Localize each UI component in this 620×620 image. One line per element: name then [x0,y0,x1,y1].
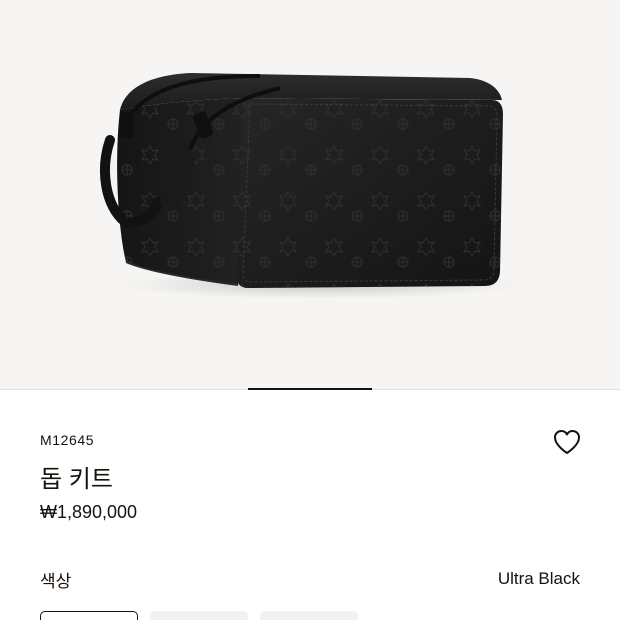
wishlist-button[interactable] [552,428,582,456]
heart-outline-icon [554,430,580,454]
product-image-gallery[interactable] [0,0,620,390]
color-label: 색상 [40,572,72,591]
dopp-kit-product-image [100,73,520,299]
product-sku: M12645 [40,432,95,448]
product-price: ₩1,890,000 [40,502,138,522]
product-title: 돕 키트 [40,466,113,493]
color-swatch[interactable] [150,611,248,620]
color-swatch[interactable] [260,611,358,620]
gallery-slide-indicator[interactable] [248,388,372,390]
color-selected-value[interactable]: Ultra Black [498,569,580,589]
color-swatch-selected[interactable] [40,611,138,620]
